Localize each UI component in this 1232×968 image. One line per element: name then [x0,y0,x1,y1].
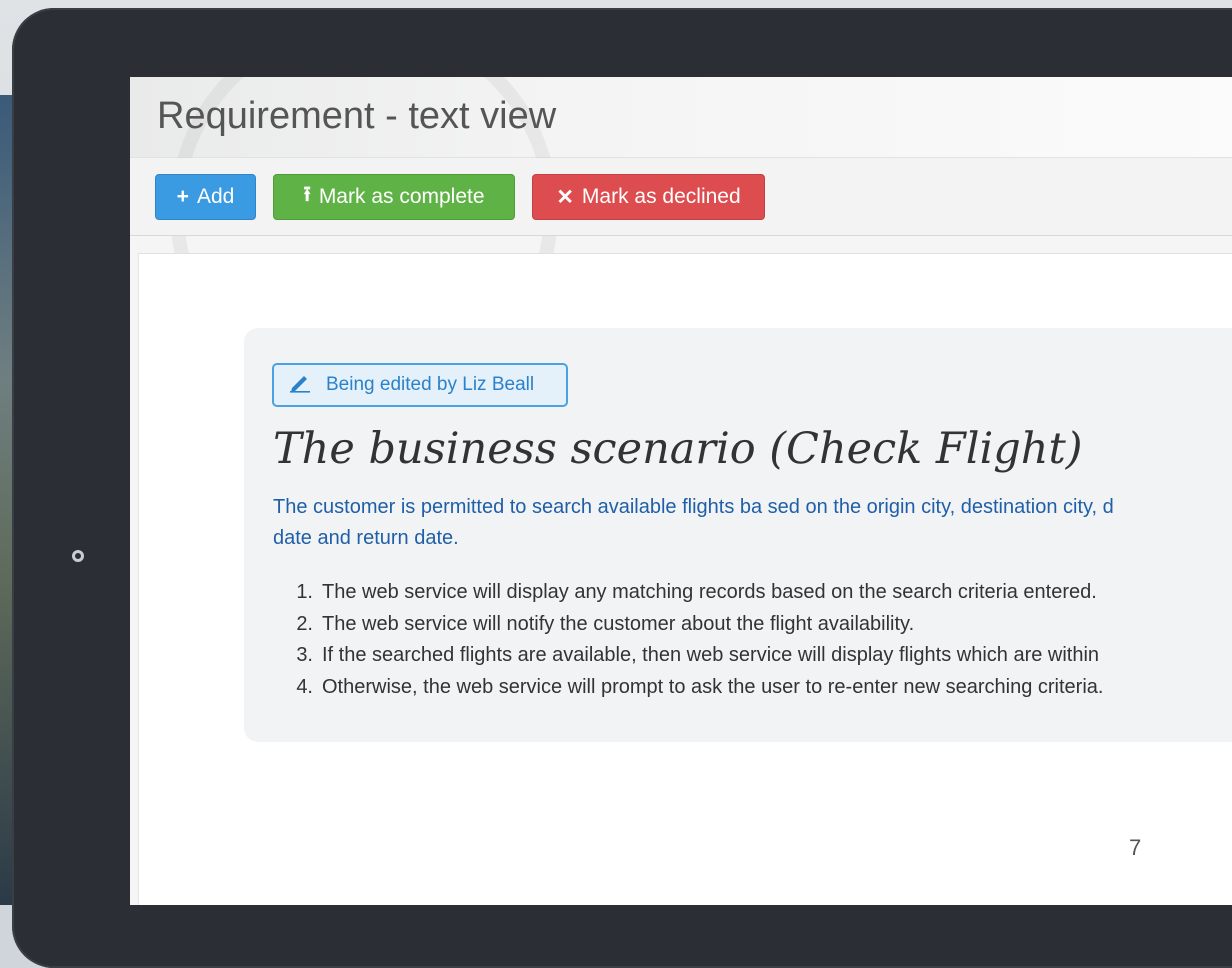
list-item: 3. If the searched flights are available,… [296,644,1100,666]
editing-status-label: Being edited by Liz Beall [326,374,535,395]
add-button-label: Add [196,185,235,208]
upload-icon: ⭱ [303,182,311,206]
requirement-steps: 1. The web service will display any match… [273,577,1103,703]
add-button[interactable]: + Add [155,174,256,220]
page-number: 7 [1129,835,1142,860]
plus-icon: + [176,185,189,208]
list-item: 1. The web service will display any match… [296,581,1097,603]
intro-line-2: date and return date. [273,527,459,549]
toolbar: + Add ⭱ Mark as complete ✕ Mark as decli… [130,158,1232,236]
mark-complete-label: Mark as complete [318,185,485,208]
requirement-title: The business scenario (Check Flight) [273,424,1083,474]
requirement-intro: The customer is permitted to search avai… [273,492,1232,554]
page-title: Requirement - text view [157,95,557,137]
requirement-card: Being edited by Liz Beall The business s… [244,328,1232,742]
close-icon: ✕ [556,185,574,209]
list-item: 4. Otherwise, the web service will prompt… [296,675,1104,698]
app-screen: Requirement - text view + Add ⭱ Mark as … [130,77,1232,905]
list-item: 2. The web service will notify the custom… [296,612,915,635]
mark-declined-button[interactable]: ✕ Mark as declined [532,174,765,220]
mark-complete-button[interactable]: ⭱ Mark as complete [273,174,515,220]
page-header: Requirement - text view [130,77,1232,405]
document-area: Being edited by Liz Beall The business s… [138,253,1232,905]
intro-line-1: The customer is permitted to search avai… [273,496,1114,518]
home-button[interactable] [72,550,84,562]
pencil-icon [288,371,312,399]
mark-declined-label: Mark as declined [581,185,741,208]
editing-status-badge[interactable]: Being edited by Liz Beall [272,363,568,407]
